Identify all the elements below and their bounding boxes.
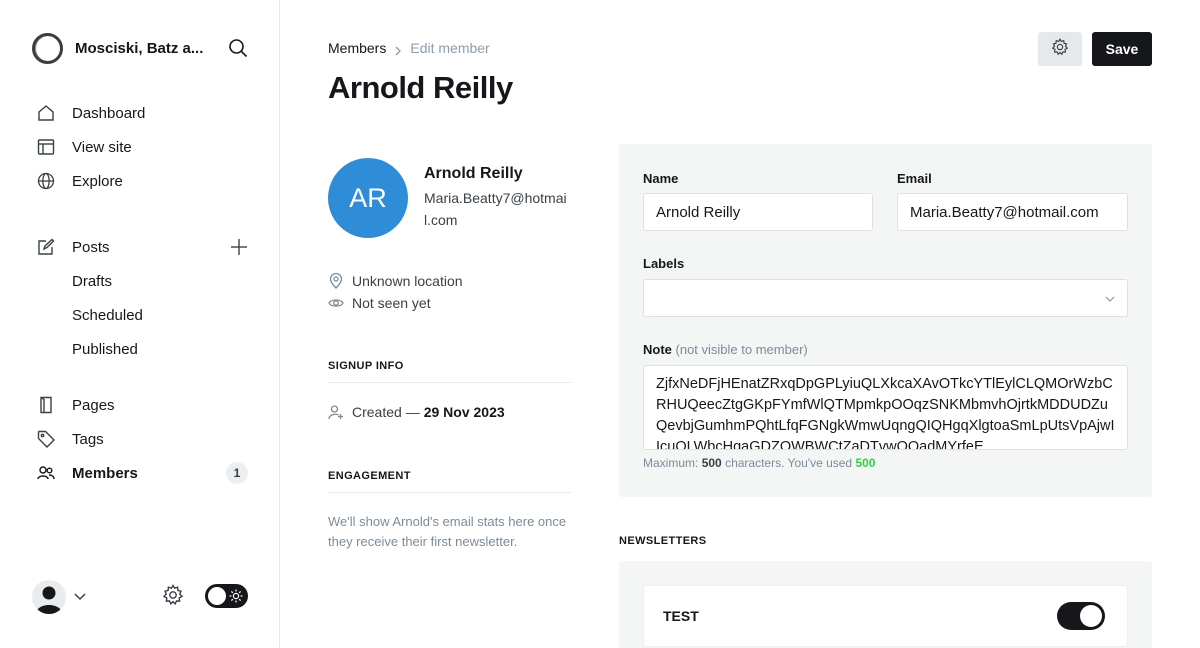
sidebar-item-view-site[interactable]: View site [36, 130, 256, 164]
note-textarea[interactable]: ZjfxNeDFjHEnatZRxqDpGPLyiuQLXkcaXAvOTkcY… [643, 365, 1128, 450]
sidebar-item-tags[interactable]: Tags [36, 422, 256, 456]
count-prefix: Maximum: [643, 456, 699, 470]
site-logo[interactable] [32, 32, 63, 64]
chevron-down-icon [1103, 292, 1117, 306]
sidebar-item-label: Dashboard [72, 104, 146, 122]
note-hint: (not visible to member) [675, 342, 808, 357]
toggle-knob [208, 587, 226, 605]
sidebar-item-explore[interactable]: Explore [36, 164, 256, 198]
sidebar-item-drafts[interactable]: Drafts [36, 264, 256, 298]
page-icon [36, 395, 56, 415]
created-info: Created — 29 Nov 2023 [328, 404, 505, 420]
sun-icon [229, 589, 243, 603]
count-mid: characters. You've used [725, 456, 853, 470]
engagement-text: We'll show Arnold's email stats here onc… [328, 514, 567, 549]
newsletter-subscribe-toggle[interactable] [1057, 602, 1105, 630]
breadcrumb-members-link[interactable]: Members [328, 40, 386, 56]
user-avatar[interactable] [32, 580, 66, 614]
newsletters-heading: NEWSLETTERS [619, 535, 707, 547]
name-label: Name [643, 171, 679, 186]
labels-label: Labels [643, 256, 685, 271]
sidebar-item-members[interactable]: Members 1 [36, 456, 256, 490]
page-title: Arnold Reilly [328, 70, 513, 105]
chevron-right-icon [394, 43, 402, 56]
signup-info-heading: SIGNUP INFO [328, 360, 571, 383]
newsletters-panel: TEST [619, 561, 1152, 648]
main-nav: Dashboard View site Explore [36, 96, 256, 198]
member-settings-button[interactable] [1038, 32, 1082, 66]
member-name: Arnold Reilly [424, 165, 523, 182]
newsletter-name: TEST [663, 608, 699, 624]
sidebar-item-pages[interactable]: Pages [36, 388, 256, 422]
location-text: Unknown location [352, 273, 463, 289]
name-field[interactable] [643, 193, 873, 231]
sidebar-item-scheduled[interactable]: Scheduled [36, 298, 256, 332]
posts-nav: Posts Drafts Scheduled Published [36, 230, 256, 366]
member-form-panel: Name Email Labels Note (not visible to m… [619, 144, 1152, 497]
sidebar-item-label: Posts [72, 238, 110, 256]
note-label: Note (not visible to member) [643, 342, 808, 357]
newsletter-row: TEST [643, 585, 1128, 647]
home-icon [36, 103, 56, 123]
members-icon [36, 463, 56, 483]
edit-icon [36, 237, 56, 257]
member-email: Maria.Beatty7@hotmail.com [424, 190, 567, 228]
member-avatar: AR [328, 158, 408, 238]
gear-icon [1051, 37, 1069, 61]
sidebar-item-label: Explore [72, 172, 123, 190]
toggle-knob [1080, 605, 1102, 627]
site-title[interactable]: Mosciski, Batz a... [75, 40, 215, 57]
eye-icon [328, 295, 344, 311]
count-used: 500 [855, 456, 876, 470]
tag-icon [36, 429, 56, 449]
sidebar-item-label: Tags [72, 430, 104, 448]
sidebar-item-label: Members [72, 464, 138, 482]
note-character-count: Maximum: 500 characters. You've used 500 [643, 456, 875, 470]
location-pin-icon [328, 273, 344, 289]
created-date: 29 Nov 2023 [423, 404, 505, 420]
user-add-icon [328, 404, 344, 420]
layout-icon [36, 137, 56, 157]
search-icon[interactable] [228, 38, 248, 58]
count-max: 500 [701, 456, 722, 470]
sidebar: Mosciski, Batz a... Dashboard View site … [0, 0, 280, 648]
add-post-icon[interactable] [230, 238, 248, 256]
sidebar-item-label: Pages [72, 396, 115, 414]
engagement-heading: ENGAGEMENT [328, 470, 571, 493]
email-label: Email [897, 171, 932, 186]
content-nav: Pages Tags Members 1 [36, 388, 256, 490]
sidebar-footer [32, 578, 248, 614]
save-button[interactable]: Save [1092, 32, 1152, 66]
created-label: Created — [352, 404, 420, 420]
member-last-seen: Not seen yet [328, 295, 431, 311]
email-field[interactable] [897, 193, 1128, 231]
chevron-down-icon[interactable] [72, 588, 88, 604]
breadcrumb-current: Edit member [410, 40, 490, 56]
labels-select[interactable] [643, 279, 1128, 317]
member-location: Unknown location [328, 273, 463, 289]
globe-icon [36, 171, 56, 191]
sidebar-item-dashboard[interactable]: Dashboard [36, 96, 256, 130]
last-seen-text: Not seen yet [352, 295, 431, 311]
site-header: Mosciski, Batz a... [32, 32, 248, 64]
sidebar-item-label: View site [72, 138, 132, 156]
breadcrumb: Members Edit member [328, 40, 490, 56]
gear-icon[interactable] [162, 584, 184, 606]
sidebar-item-posts[interactable]: Posts [36, 230, 256, 264]
theme-toggle[interactable] [205, 584, 248, 608]
sidebar-item-published[interactable]: Published [36, 332, 256, 366]
note-label-text: Note [643, 342, 672, 357]
members-count-badge: 1 [226, 462, 248, 484]
